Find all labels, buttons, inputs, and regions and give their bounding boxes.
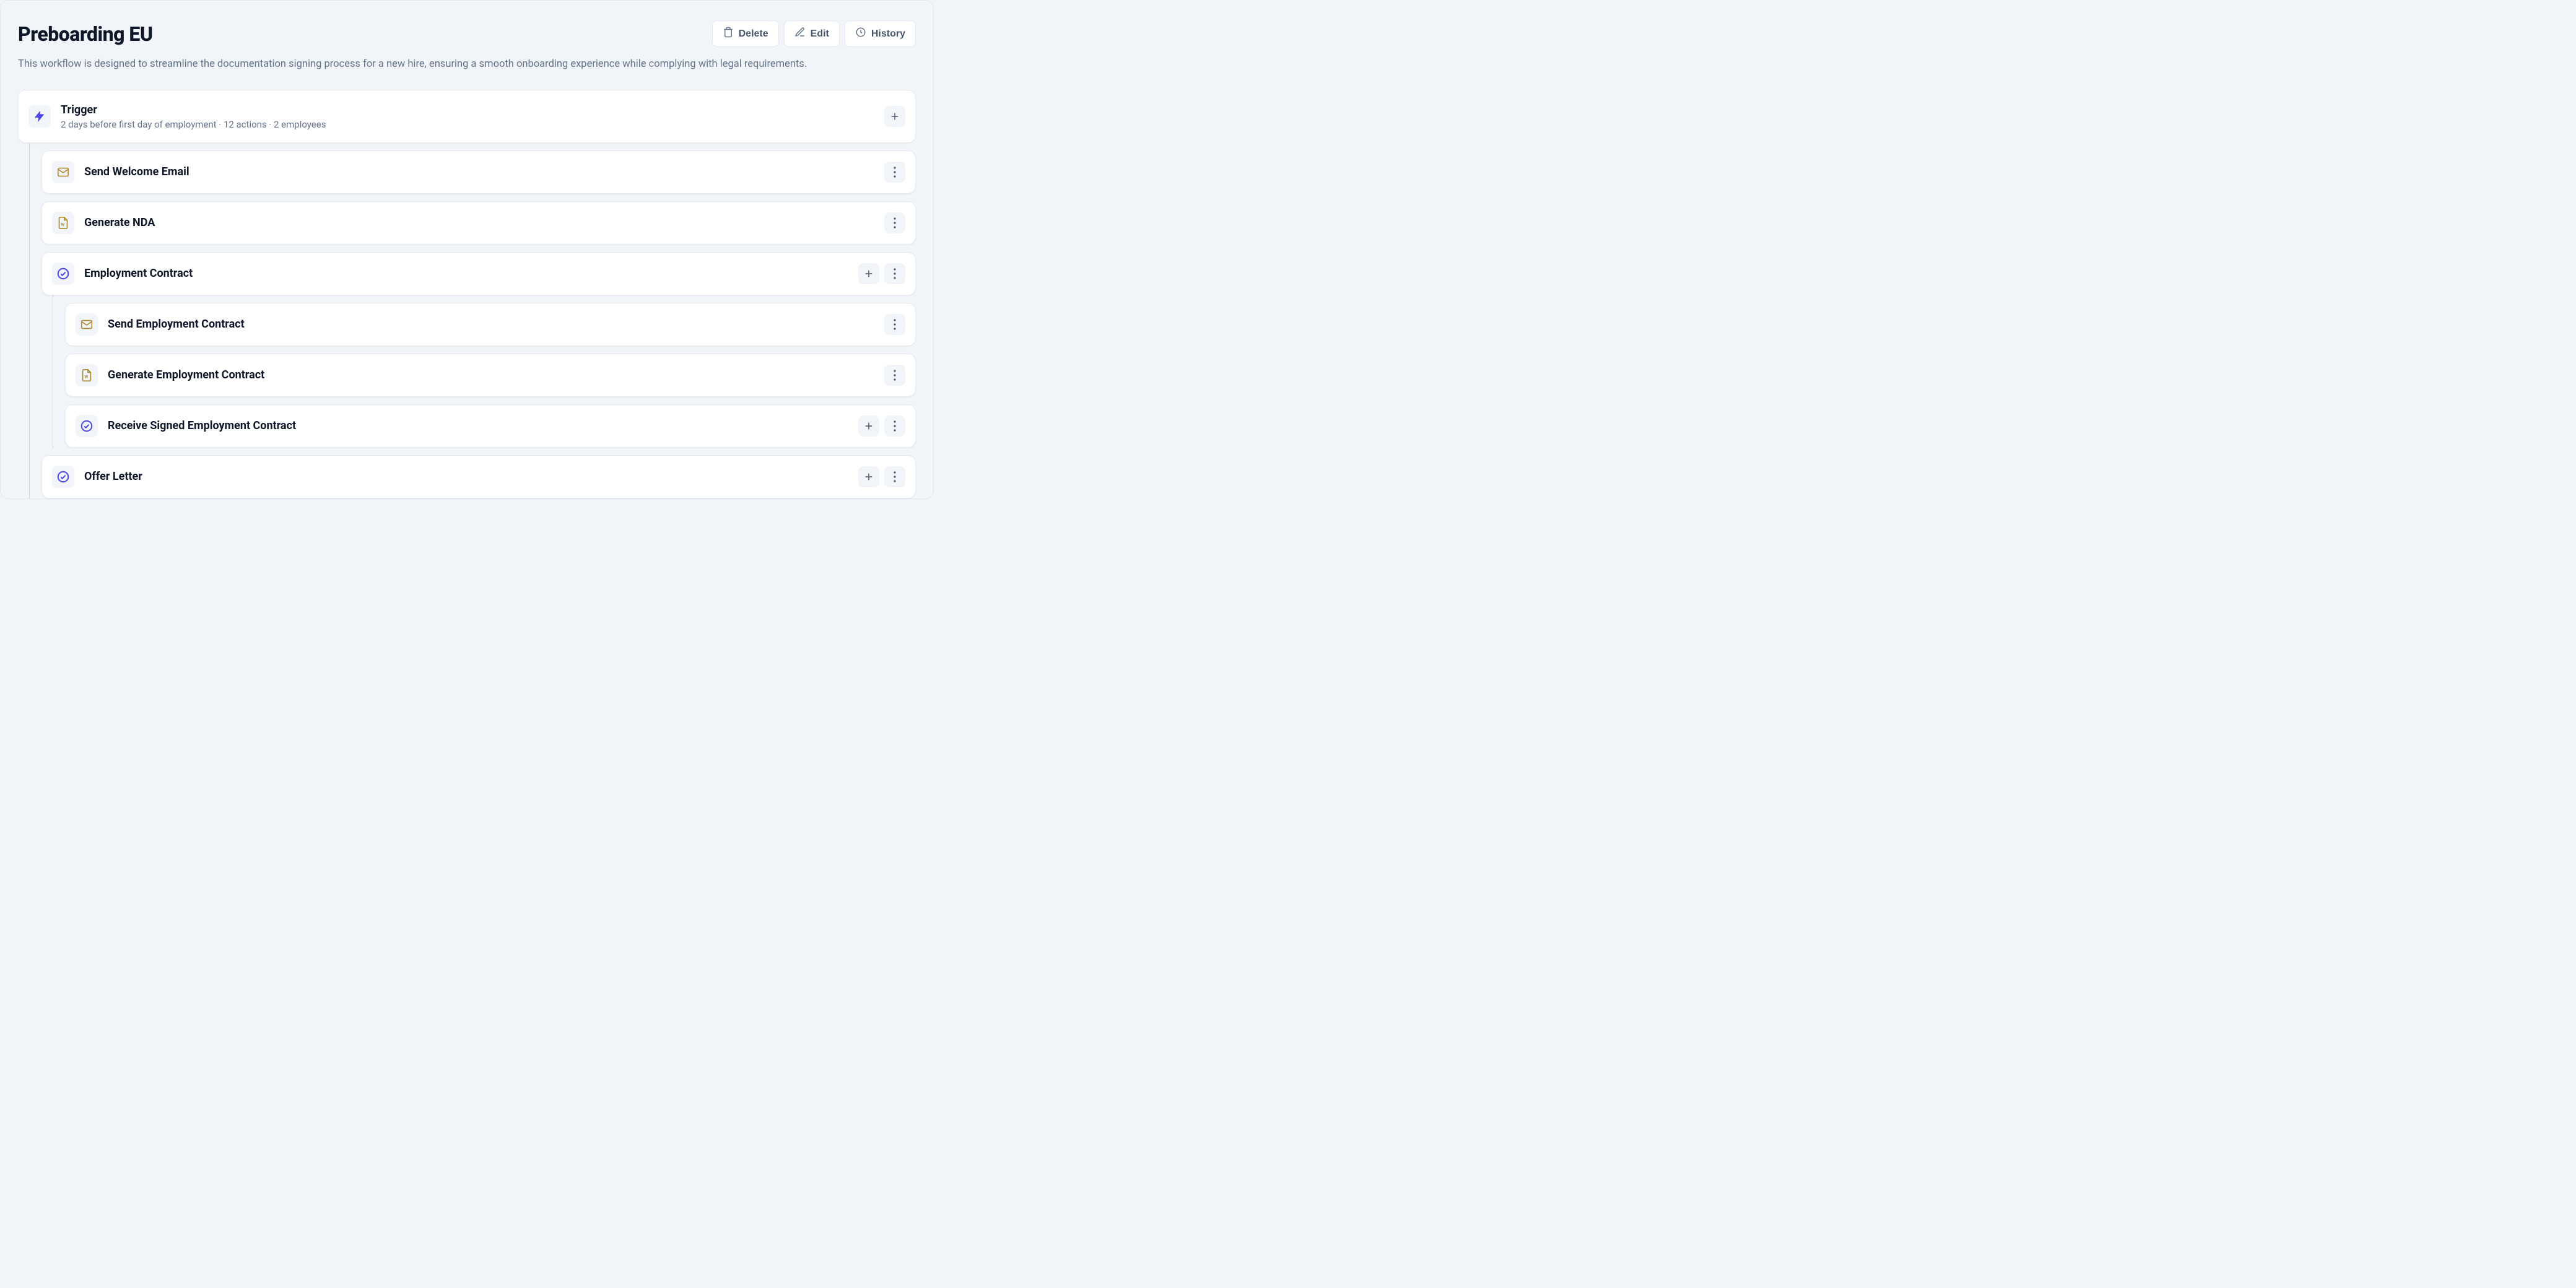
more-button[interactable] bbox=[884, 162, 905, 183]
check-circle-icon bbox=[52, 263, 74, 285]
node-buttons bbox=[884, 314, 905, 335]
more-button[interactable] bbox=[884, 314, 905, 335]
page-description: This workflow is designed to streamline … bbox=[18, 56, 860, 72]
node-text: Generate NDA bbox=[84, 215, 884, 230]
node-title: Offer Letter bbox=[84, 469, 858, 484]
child-wrap: W Generate Employment Contract bbox=[65, 354, 916, 397]
group-offer-letter[interactable]: Offer Letter bbox=[41, 455, 916, 498]
mail-icon bbox=[76, 313, 98, 336]
trigger-buttons bbox=[884, 106, 905, 127]
node-text: Offer Letter bbox=[84, 469, 858, 484]
child-wrap: Employment Contract bbox=[41, 252, 916, 448]
node-text: Receive Signed Employment Contract bbox=[108, 419, 858, 433]
pencil-icon bbox=[794, 27, 806, 41]
action-generate-employment-contract[interactable]: W Generate Employment Contract bbox=[65, 354, 916, 397]
check-circle-icon bbox=[76, 415, 98, 437]
trigger-title: Trigger bbox=[61, 103, 884, 117]
node-text: Send Employment Contract bbox=[108, 317, 884, 331]
more-button[interactable] bbox=[884, 263, 905, 284]
node-title: Send Welcome Email bbox=[84, 165, 884, 179]
node-buttons bbox=[884, 162, 905, 183]
trigger-subtitle: 2 days before first day of employment · … bbox=[61, 119, 884, 130]
node-title: Generate Employment Contract bbox=[108, 368, 884, 382]
node-title: Receive Signed Employment Contract bbox=[108, 419, 858, 433]
child-wrap: Send Employment Contract bbox=[65, 303, 916, 346]
svg-text:W: W bbox=[85, 374, 89, 379]
node-text: Send Welcome Email bbox=[84, 165, 884, 179]
action-send-employment-contract[interactable]: Send Employment Contract bbox=[65, 303, 916, 346]
page-header: Preboarding EU Delete Edit History bbox=[18, 20, 916, 47]
mail-icon bbox=[52, 161, 74, 183]
trash-icon bbox=[723, 27, 734, 41]
delete-label: Delete bbox=[739, 28, 768, 40]
workflow-page: Preboarding EU Delete Edit History bbox=[0, 0, 934, 499]
node-title: Send Employment Contract bbox=[108, 317, 884, 331]
contract-children: Send Employment Contract bbox=[41, 303, 916, 448]
node-title: Generate NDA bbox=[84, 215, 884, 230]
history-button[interactable]: History bbox=[845, 20, 916, 47]
node-buttons bbox=[858, 416, 905, 437]
page-title: Preboarding EU bbox=[18, 22, 153, 46]
node-text: Employment Contract bbox=[84, 266, 858, 281]
action-generate-nda[interactable]: W Generate NDA bbox=[41, 201, 916, 245]
child-wrap: W Generate NDA bbox=[41, 201, 916, 245]
node-buttons bbox=[858, 263, 905, 284]
edit-label: Edit bbox=[811, 28, 829, 40]
history-label: History bbox=[871, 28, 905, 40]
node-buttons bbox=[884, 212, 905, 233]
add-button[interactable] bbox=[858, 263, 879, 284]
node-text: Generate Employment Contract bbox=[108, 368, 884, 382]
add-button[interactable] bbox=[858, 466, 879, 487]
header-actions: Delete Edit History bbox=[712, 20, 916, 47]
add-button[interactable] bbox=[858, 416, 879, 437]
trigger-children: Send Welcome Email W bbox=[18, 150, 916, 498]
child-wrap: Send Welcome Email bbox=[41, 150, 916, 194]
bolt-icon bbox=[28, 105, 51, 128]
trigger-card[interactable]: Trigger 2 days before first day of emplo… bbox=[18, 90, 916, 142]
node-buttons bbox=[884, 365, 905, 386]
document-icon: W bbox=[76, 364, 98, 386]
more-button[interactable] bbox=[884, 416, 905, 437]
clock-icon bbox=[855, 27, 866, 41]
child-wrap: Offer Letter bbox=[41, 455, 916, 498]
connector-line bbox=[29, 143, 30, 498]
add-button[interactable] bbox=[884, 106, 905, 127]
svg-text:W: W bbox=[61, 222, 65, 227]
edit-button[interactable]: Edit bbox=[784, 20, 840, 47]
group-employment-contract[interactable]: Employment Contract bbox=[41, 252, 916, 295]
workflow-tree: Trigger 2 days before first day of emplo… bbox=[18, 90, 916, 498]
trigger-text: Trigger 2 days before first day of emplo… bbox=[61, 103, 884, 129]
node-title: Employment Contract bbox=[84, 266, 858, 281]
more-button[interactable] bbox=[884, 365, 905, 386]
node-buttons bbox=[858, 466, 905, 487]
action-receive-signed-contract[interactable]: Receive Signed Employment Contract bbox=[65, 404, 916, 448]
check-circle-icon bbox=[52, 466, 74, 488]
action-send-welcome-email[interactable]: Send Welcome Email bbox=[41, 150, 916, 194]
child-wrap: Receive Signed Employment Contract bbox=[65, 404, 916, 448]
more-button[interactable] bbox=[884, 466, 905, 487]
document-icon: W bbox=[52, 212, 74, 234]
delete-button[interactable]: Delete bbox=[712, 20, 779, 47]
more-button[interactable] bbox=[884, 212, 905, 233]
